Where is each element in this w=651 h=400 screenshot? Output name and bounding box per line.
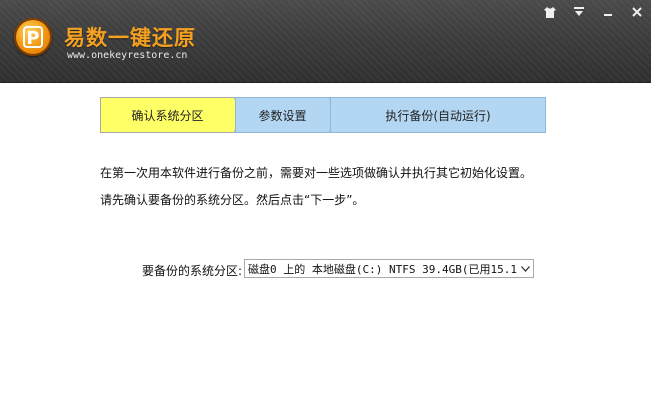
partition-selected-value: 磁盘0 上的 本地磁盘(C:) NTFS 39.4GB(已用15.1GB): [248, 262, 517, 276]
wizard-steps: 确认系统分区 参数设置 执行备份(自动运行): [100, 97, 546, 135]
app-url: www.onekeyrestore.cn: [67, 50, 188, 61]
minimize-icon[interactable]: [593, 2, 622, 22]
logo-letter: P: [23, 26, 43, 49]
step-label: 执行备份(自动运行): [385, 108, 491, 123]
skin-icon[interactable]: [535, 2, 564, 22]
instruction-text: 请先确认要备份的系统分区。然后点击“下一步”。: [100, 193, 365, 207]
step-confirm-partition: 确认系统分区: [100, 97, 235, 133]
partition-select[interactable]: 磁盘0 上的 本地磁盘(C:) NTFS 39.4GB(已用15.1GB): [244, 259, 534, 278]
app-title: 易数一键还原: [64, 26, 196, 50]
step-label: 确认系统分区: [131, 108, 204, 123]
title-bar: P 易数一键还原 www.onekeyrestore.cn: [0, 0, 651, 83]
step-execute-backup: 执行备份(自动运行): [330, 97, 546, 133]
chevron-down-icon[interactable]: [517, 260, 533, 277]
app-logo-icon: P: [14, 18, 52, 56]
window-controls: [535, 2, 651, 22]
intro-text: 在第一次用本软件进行备份之前，需要对一些选项做确认并执行其它初始化设置。: [100, 166, 533, 180]
partition-label: 要备份的系统分区:: [142, 264, 243, 278]
close-icon[interactable]: [622, 2, 651, 22]
menu-icon[interactable]: [564, 2, 593, 22]
step-label: 参数设置: [258, 108, 307, 123]
step-parameters: 参数设置: [235, 97, 330, 133]
